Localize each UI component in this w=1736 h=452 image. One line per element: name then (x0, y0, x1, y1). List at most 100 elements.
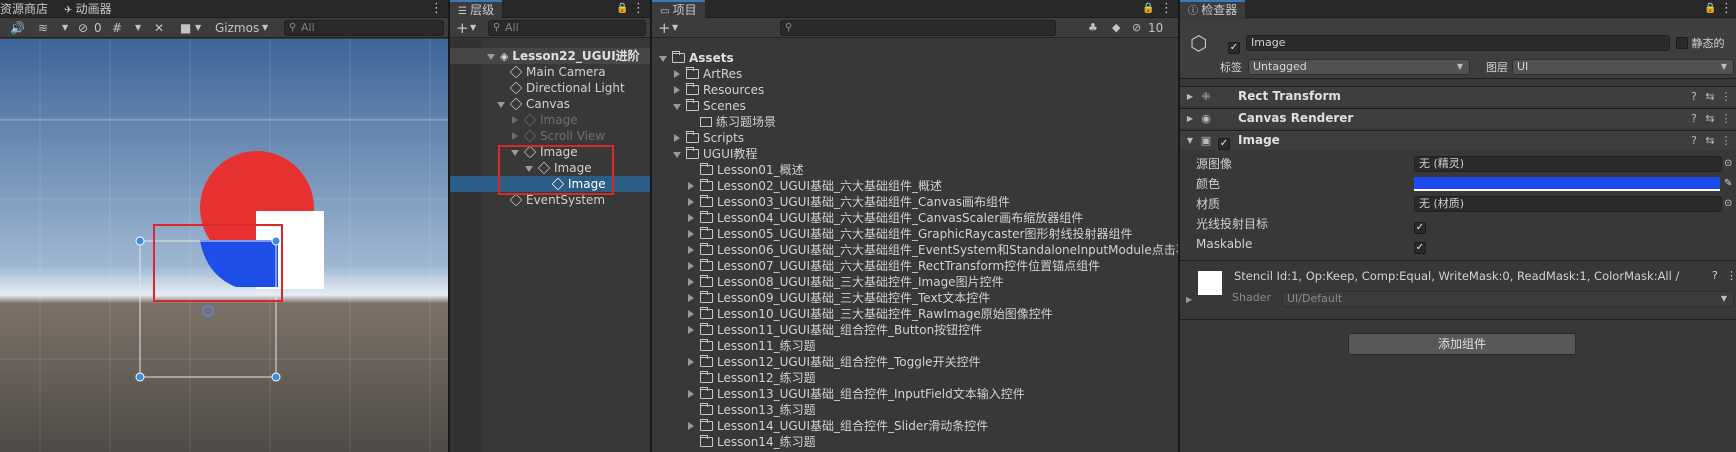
component-rect-transform[interactable]: ▶ ⁜ Rect Transform ? ⇆ ⋮ (1180, 86, 1736, 106)
material-field[interactable]: 无 (材质) (1414, 196, 1722, 212)
project-item-lesson12-practice[interactable]: Lesson12_练习题 (700, 370, 816, 386)
expand-icon[interactable] (686, 245, 696, 255)
expand-icon[interactable] (686, 293, 696, 303)
gizmo-handle-br[interactable] (271, 372, 281, 382)
expand-icon[interactable] (686, 197, 696, 207)
tab-animator[interactable]: ✈ 动画器 (56, 0, 120, 18)
expand-icon[interactable] (686, 421, 696, 431)
foldout-icon[interactable]: ▶ (1182, 109, 1198, 128)
tools-icon[interactable]: ✕ (154, 18, 164, 38)
expand-icon[interactable] (672, 133, 682, 143)
project-menu-icon[interactable]: ⋮ (1160, 0, 1173, 18)
hierarchy-row-directional-light[interactable]: Directional Light (509, 80, 625, 96)
hierarchy-row-main-camera[interactable]: Main Camera (509, 64, 606, 80)
expand-icon[interactable] (672, 85, 682, 95)
camera-dropdown-icon[interactable]: ▼ (195, 18, 201, 38)
expand-icon[interactable] (686, 213, 696, 223)
hierarchy-lock-icon[interactable]: 🔒 (616, 0, 628, 18)
project-item-lesson07[interactable]: Lesson07_UGUI基础_六大基础组件_RectTransform控件位置… (686, 258, 1100, 274)
hierarchy-row-scroll-view[interactable]: Scroll View (510, 128, 605, 144)
project-create-button[interactable]: + (658, 18, 671, 38)
create-dropdown-icon[interactable]: ▼ (470, 18, 476, 38)
create-button[interactable]: + (456, 18, 469, 38)
project-item-lesson02[interactable]: Lesson02_UGUI基础_六大基础组件_概述 (686, 178, 942, 194)
add-component-button[interactable]: 添加组件 (1348, 333, 1576, 355)
tab-project[interactable]: ▭ 项目 (652, 0, 705, 18)
project-item-lesson04[interactable]: Lesson04_UGUI基础_六大基础组件_CanvasScaler画布缩放器… (686, 210, 1083, 226)
expand-icon[interactable] (658, 53, 668, 63)
tag-dropdown[interactable]: Untagged ▼ (1248, 59, 1470, 75)
eyedropper-icon[interactable]: ✎ (1724, 174, 1732, 194)
presets-icon[interactable]: ⇆ (1702, 109, 1718, 128)
color-swatch[interactable] (1414, 177, 1720, 191)
project-item-artres[interactable]: ArtRes (672, 66, 742, 82)
grid-dropdown-icon[interactable]: ▼ (135, 18, 141, 38)
help-icon[interactable]: ? (1686, 87, 1702, 106)
hierarchy-menu-icon[interactable]: ⋮ (632, 0, 645, 18)
gizmo-handle-tl[interactable] (135, 236, 145, 246)
expand-icon[interactable] (686, 181, 696, 191)
tab-asset-store[interactable]: 资源商店 (0, 0, 56, 18)
hierarchy-row-canvas[interactable]: Canvas (496, 96, 570, 112)
help-icon[interactable]: ? (1686, 131, 1702, 150)
object-name-field[interactable]: Image (1246, 35, 1670, 51)
expand-icon[interactable] (672, 69, 682, 79)
expand-icon[interactable] (672, 149, 682, 159)
tab-hierarchy[interactable]: ☰ 层级 (450, 0, 503, 18)
expand-icon[interactable] (686, 325, 696, 335)
component-menu-icon[interactable]: ⋮ (1718, 109, 1734, 128)
help-icon[interactable]: ? (1712, 269, 1718, 282)
component-canvas-renderer[interactable]: ▶ ◉ Canvas Renderer ? ⇆ ⋮ (1180, 108, 1736, 128)
project-item-scenes[interactable]: Scenes (672, 98, 746, 114)
project-create-dropdown-icon[interactable]: ▼ (672, 18, 678, 38)
expand-icon[interactable] (672, 101, 682, 111)
component-menu-icon[interactable]: ⋮ (1718, 87, 1734, 106)
scene-menu-icon[interactable]: ⋮ (430, 0, 443, 18)
effects-toggle-icon[interactable]: ≋ (38, 18, 48, 38)
expand-icon[interactable] (510, 115, 520, 125)
project-item-lesson11-practice[interactable]: Lesson11_练习题 (700, 338, 816, 354)
project-item-lesson11[interactable]: Lesson11_UGUI基础_组合控件_Button按钮控件 (686, 322, 982, 338)
search-by-type-icon[interactable]: ♣ (1088, 18, 1098, 38)
audio-toggle-icon[interactable]: 🔊 (10, 18, 25, 38)
foldout-icon[interactable]: ▼ (1182, 131, 1198, 150)
project-item-resources[interactable]: Resources (672, 82, 764, 98)
component-image[interactable]: ▼ ▣ ✓ Image ? ⇆ ⋮ (1180, 130, 1736, 150)
project-lock-icon[interactable]: 🔒 (1142, 0, 1154, 18)
hierarchy-row-image-disabled[interactable]: Image (510, 112, 578, 128)
project-item-assets[interactable]: Assets (658, 50, 734, 66)
project-item-lesson13[interactable]: Lesson13_UGUI基础_组合控件_InputField文本输入控件 (686, 386, 1025, 402)
hidden-objects-icon[interactable]: ⊘ (78, 18, 88, 38)
image-enabled-toggle[interactable]: ✓ (1218, 131, 1230, 150)
project-item-lesson08[interactable]: Lesson08_UGUI基础_三大基础控件_Image图片控件 (686, 274, 1004, 290)
project-item-ugui-tutorial[interactable]: UGUI教程 (672, 146, 757, 162)
presets-icon[interactable]: ⇆ (1702, 87, 1718, 106)
raycast-target-toggle[interactable]: ✓ (1414, 214, 1426, 234)
expand-icon[interactable] (686, 357, 696, 367)
hierarchy-row-scene[interactable]: ◈ Lesson22_UGUI进阶 (450, 48, 650, 64)
layer-dropdown[interactable]: UI ▼ (1512, 59, 1734, 75)
project-item-lesson01[interactable]: Lesson01_概述 (700, 162, 804, 178)
project-item-lesson14[interactable]: Lesson14_UGUI基础_组合控件_Slider滑动条控件 (686, 418, 988, 434)
project-search-input[interactable]: ⚲ (780, 20, 1056, 36)
foldout-icon[interactable]: ▶ (1182, 87, 1198, 106)
project-item-lesson12[interactable]: Lesson12_UGUI基础_组合控件_Toggle开关控件 (686, 354, 981, 370)
gizmos-button[interactable]: Gizmos (215, 18, 259, 38)
inspector-lock-icon[interactable]: 🔒 (1704, 0, 1716, 18)
object-picker-icon[interactable]: ⊙ (1724, 154, 1732, 174)
project-item-lesson14-practice[interactable]: Lesson14_练习题 (700, 434, 816, 450)
scene-search-input[interactable]: ⚲ All (284, 20, 444, 36)
project-item-practice-scene[interactable]: 练习题场景 (700, 114, 776, 130)
project-item-lesson09[interactable]: Lesson09_UGUI基础_三大基础控件_Text文本控件 (686, 290, 990, 306)
expand-icon[interactable] (686, 389, 696, 399)
component-menu-icon[interactable]: ⋮ (1726, 269, 1736, 282)
hidden-packages-icon[interactable]: ⊘ (1132, 18, 1141, 38)
scene-viewport[interactable] (0, 39, 448, 452)
source-image-field[interactable]: 无 (精灵) (1414, 156, 1722, 172)
static-toggle[interactable]: 静态的 (1676, 35, 1725, 51)
project-item-lesson05[interactable]: Lesson05_UGUI基础_六大基础组件_GraphicRaycaster图… (686, 226, 1132, 242)
project-item-lesson06[interactable]: Lesson06_UGUI基础_六大基础组件_EventSystem和Stand… (686, 242, 1178, 258)
tab-inspector[interactable]: ⓘ 检查器 (1180, 0, 1246, 18)
expand-icon[interactable] (686, 309, 696, 319)
effects-dropdown-icon[interactable]: ▼ (62, 18, 68, 38)
